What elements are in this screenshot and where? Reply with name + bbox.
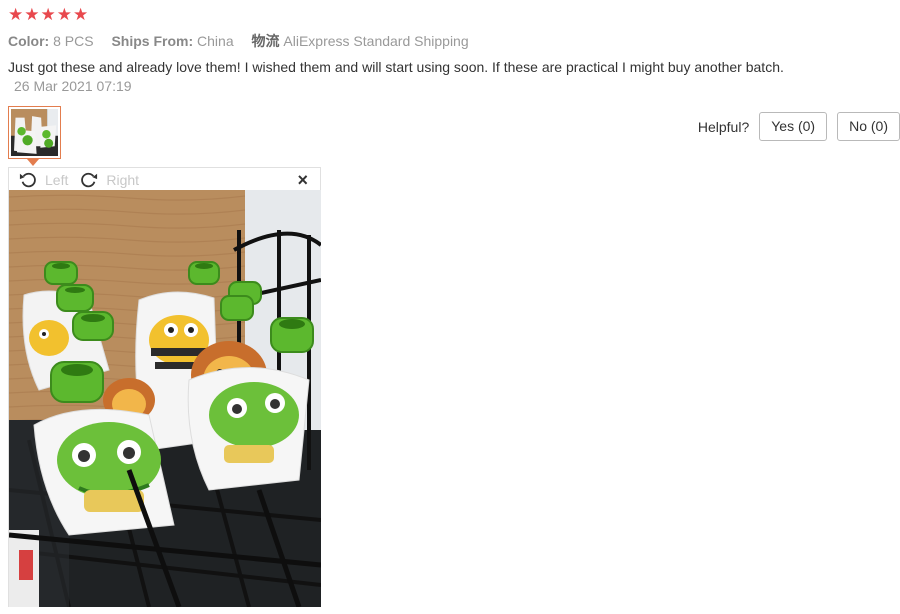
- star-icon: ★: [73, 5, 89, 24]
- helpful-label: Helpful?: [697, 118, 750, 135]
- logistics-info: 物流 AliExpress Standard Shipping: [252, 33, 469, 49]
- ships-info: Ships From: China: [111, 33, 237, 49]
- rotate-left-label: Left: [45, 171, 69, 188]
- star-icon: ★: [24, 5, 40, 24]
- helpful-section: Helpful? Yes (0) No (0): [698, 112, 900, 141]
- close-icon[interactable]: ×: [297, 170, 308, 191]
- helpful-yes-button[interactable]: Yes (0): [759, 112, 828, 141]
- logistics-icon: 物流: [251, 33, 280, 49]
- review-body: Just got these and already love them! I …: [8, 58, 808, 96]
- rotate-right-icon: [81, 172, 98, 187]
- review-date: 26 Mar 2021 07:19: [14, 78, 132, 94]
- review-text: Just got these and already love them! I …: [8, 59, 784, 75]
- star-icon: ★: [56, 5, 72, 24]
- viewer-toolbar: Left Right ×: [9, 168, 320, 191]
- star-icon: ★: [8, 5, 24, 24]
- rotate-right-label: Right: [106, 171, 140, 188]
- rotate-left-button[interactable]: Left: [19, 171, 68, 189]
- color-value: 8 PCS: [53, 33, 94, 49]
- review-meta: Color: 8 PCS Ships From: China 物流 AliExp…: [8, 31, 483, 51]
- color-key: Color:: [8, 33, 50, 49]
- rotate-right-button[interactable]: Right: [80, 171, 139, 189]
- review-photo: [9, 190, 321, 607]
- logistics-value: AliExpress Standard Shipping: [283, 33, 469, 49]
- helpful-no-button[interactable]: No (0): [837, 112, 900, 141]
- star-icon: ★: [40, 5, 56, 24]
- ships-key: Ships From:: [111, 33, 194, 49]
- photo-viewer: Left Right ×: [8, 167, 321, 607]
- review-photo-thumbnail[interactable]: [8, 106, 61, 159]
- rating-stars: ★ ★ ★ ★ ★: [8, 6, 88, 24]
- ships-value: China: [197, 33, 234, 49]
- rotate-left-icon: [19, 172, 36, 187]
- color-info: Color: 8 PCS: [8, 33, 97, 49]
- thumbnail-image: [11, 109, 58, 156]
- thumbnail-caret: [27, 159, 39, 166]
